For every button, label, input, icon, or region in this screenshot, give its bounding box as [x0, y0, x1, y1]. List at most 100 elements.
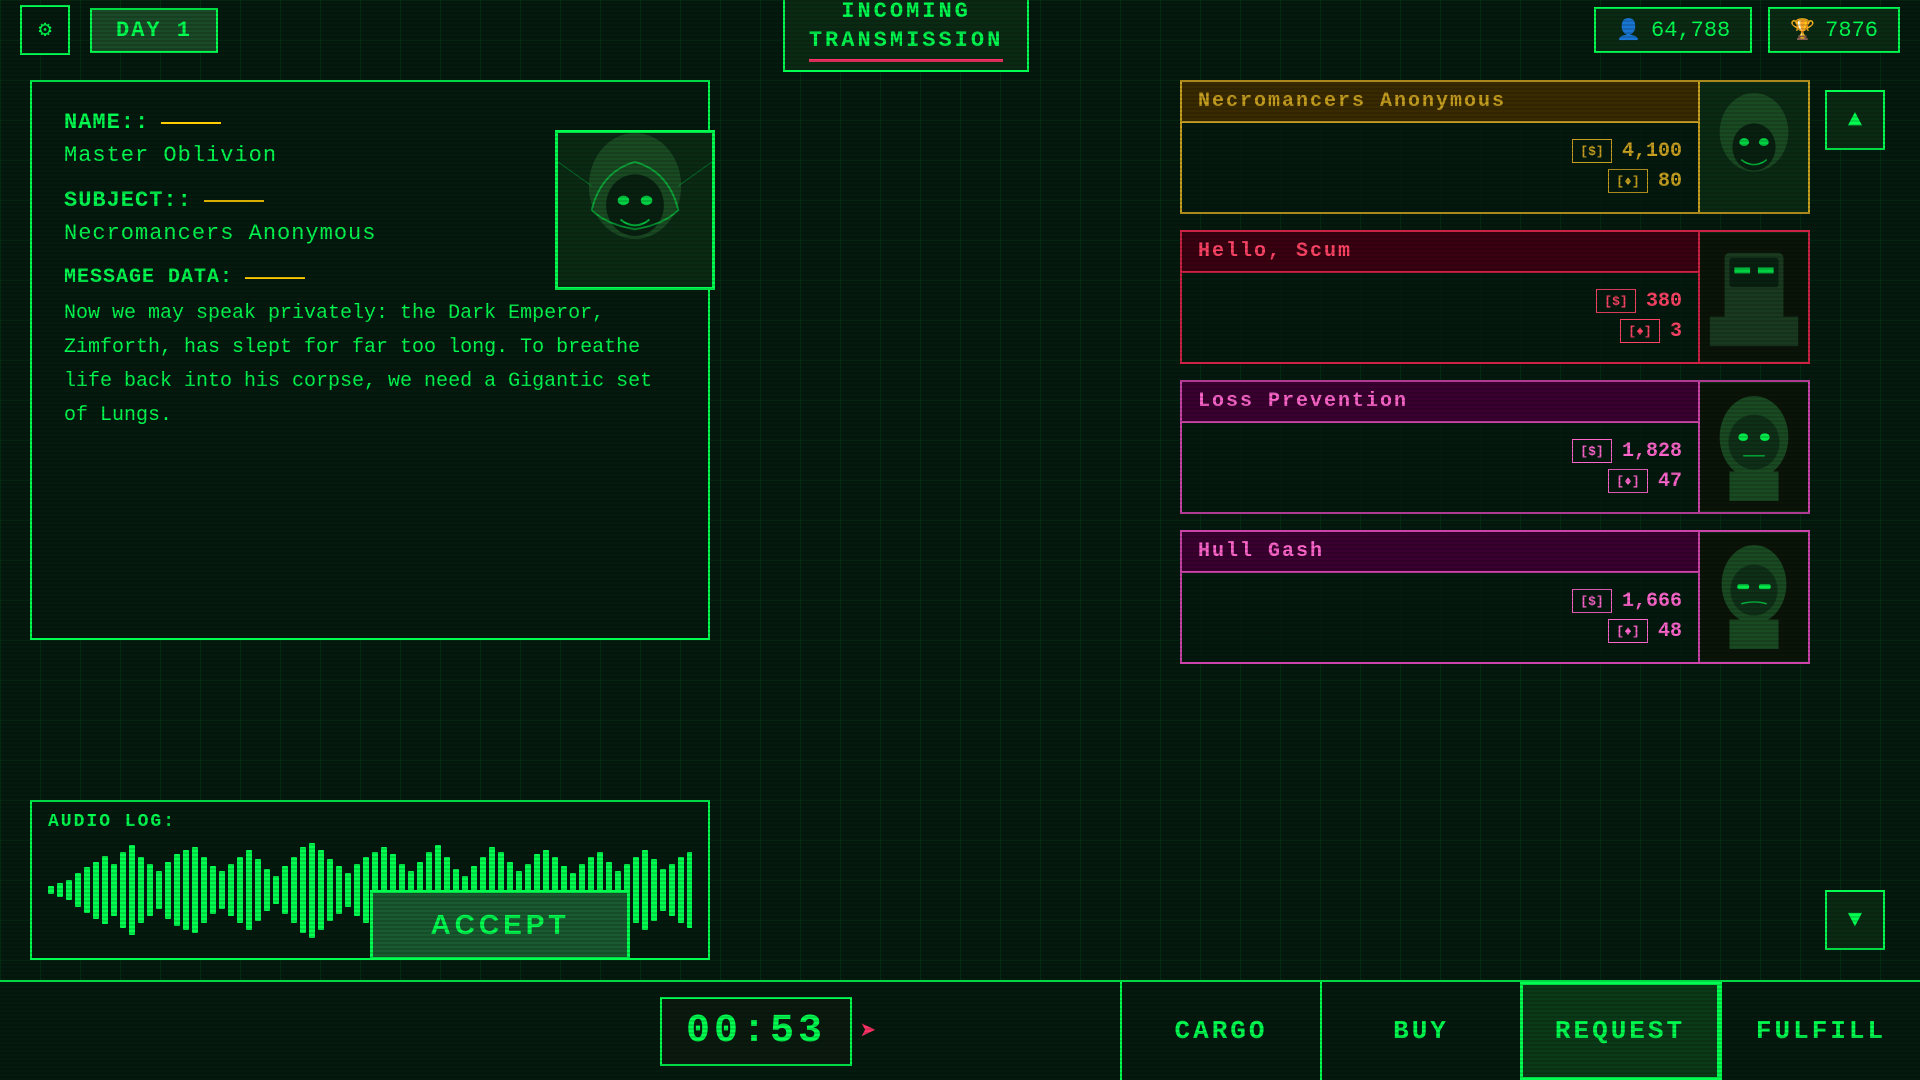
- transmission-title-line1: INCOMING: [809, 0, 1003, 27]
- wave-bar: [156, 871, 162, 909]
- avatar-svg-2: [1700, 232, 1808, 362]
- wave-bar: [354, 864, 360, 916]
- timer-arrow-icon: ➤: [860, 1014, 877, 1049]
- message-data-section: MESSAGE DATA Now we may speak privately:…: [64, 266, 676, 433]
- wave-bar: [219, 871, 225, 909]
- contracts-panel: Necromancers Anonymous [$] 4,100 [♦] 80: [1180, 80, 1810, 680]
- wave-bar: [48, 886, 54, 894]
- fulfill-button[interactable]: FULFILL: [1720, 982, 1920, 1080]
- wave-bar: [165, 862, 171, 919]
- stat-credits-row: [$] 1,828: [1198, 439, 1682, 463]
- wave-bar: [246, 850, 252, 931]
- wave-bar: [300, 847, 306, 933]
- scroll-up-button[interactable]: ▲: [1825, 90, 1885, 150]
- wave-bar: [183, 850, 189, 931]
- wave-bar: [255, 859, 261, 921]
- credits-value: 1,828: [1622, 440, 1682, 463]
- wave-bar: [147, 864, 153, 916]
- transmission-title-line2: TRANSMISSION: [809, 27, 1003, 56]
- credits-icon: [$]: [1572, 439, 1612, 463]
- wave-bar: [318, 850, 324, 931]
- contract-hello-scum[interactable]: Hello, Scum [$] 380 [♦] 3: [1180, 230, 1810, 364]
- settings-button[interactable]: ⚙: [20, 5, 70, 55]
- credits-value: 64,788: [1651, 18, 1730, 43]
- credits-icon: 👤: [1616, 17, 1641, 43]
- rep-icon: [♦]: [1620, 319, 1660, 343]
- wave-bar: [282, 866, 288, 914]
- stat-rep-row: [♦] 3: [1198, 319, 1682, 343]
- main-character-avatar: [555, 130, 715, 290]
- credits-icon: [$]: [1572, 139, 1612, 163]
- timer-display: 00:53: [660, 997, 852, 1066]
- scroll-down-button[interactable]: ▼: [1825, 890, 1885, 950]
- credits-value: 380: [1646, 290, 1682, 313]
- accept-button[interactable]: ACCEPT: [370, 890, 630, 960]
- wave-bar: [309, 843, 315, 938]
- wave-bar: [201, 857, 207, 924]
- stat-rep-row: [♦] 48: [1198, 619, 1682, 643]
- contract-hello-scum-avatar: [1698, 232, 1808, 362]
- contract-loss-prevention-stats: [$] 1,828 [♦] 47: [1182, 431, 1698, 501]
- wave-bar: [363, 857, 369, 924]
- rep-value: 3: [1670, 320, 1682, 343]
- bottom-bar: 00:53 ➤ CARGO BUY REQUEST FULFILL: [0, 980, 1920, 1080]
- wave-bar: [93, 862, 99, 919]
- rep-icon: [♦]: [1608, 469, 1648, 493]
- wave-bar: [651, 859, 657, 921]
- scroll-controls: ▲ ▼: [1820, 80, 1890, 960]
- contract-hull-gash[interactable]: Hull Gash [$] 1,666 [♦] 48: [1180, 530, 1810, 664]
- message-data-underline: [245, 277, 305, 279]
- wave-bar: [633, 857, 639, 924]
- wave-bar: [237, 857, 243, 924]
- wave-bar: [102, 856, 108, 924]
- wave-bar: [120, 852, 126, 928]
- wave-bar: [57, 883, 63, 897]
- buy-button[interactable]: BUY: [1320, 982, 1520, 1080]
- name-underline: [161, 122, 221, 124]
- wave-bar: [660, 869, 666, 912]
- credits-icon: [$]: [1572, 589, 1612, 613]
- stat-credits-row: [$] 1,666: [1198, 589, 1682, 613]
- credits-icon: [$]: [1596, 289, 1636, 313]
- contract-necromancers[interactable]: Necromancers Anonymous [$] 4,100 [♦] 80: [1180, 80, 1810, 214]
- contract-necromancers-stats: [$] 4,100 [♦] 80: [1182, 131, 1698, 201]
- rep-value: 48: [1658, 620, 1682, 643]
- subject-label: SUBJECT:: [64, 188, 192, 213]
- wave-bar: [327, 859, 333, 921]
- stat-credits-row: [$] 4,100: [1198, 139, 1682, 163]
- rep-icon: [♦]: [1608, 619, 1648, 643]
- rep-value: 47: [1658, 470, 1682, 493]
- wave-bar: [84, 867, 90, 913]
- credits-value: 1,666: [1622, 590, 1682, 613]
- bottom-navigation: CARGO BUY REQUEST FULFILL: [1120, 982, 1920, 1080]
- avatar-svg-3: [1700, 382, 1808, 512]
- avatar-svg: [1700, 82, 1808, 212]
- wave-bar: [264, 869, 270, 912]
- wave-bar: [66, 880, 72, 901]
- rep-icon: 🏆: [1790, 17, 1815, 43]
- message-body: Now we may speak privately: the Dark Emp…: [64, 297, 676, 433]
- wave-bar: [228, 864, 234, 916]
- contract-necromancers-avatar: [1698, 82, 1808, 212]
- contract-loss-prevention-avatar: [1698, 382, 1808, 512]
- stat-rep-row: [♦] 80: [1198, 169, 1682, 193]
- contract-hull-gash-title: Hull Gash: [1182, 532, 1698, 573]
- wave-bar: [111, 864, 117, 916]
- wave-bar: [336, 866, 342, 914]
- wave-bar: [687, 852, 692, 928]
- rep-icon: [♦]: [1608, 169, 1648, 193]
- credits-stat: 👤 64,788: [1594, 7, 1752, 53]
- request-button[interactable]: REQUEST: [1520, 982, 1720, 1080]
- transmission-header: INCOMING TRANSMISSION: [783, 0, 1029, 72]
- contract-loss-prevention[interactable]: Loss Prevention [$] 1,828 [♦] 47: [1180, 380, 1810, 514]
- top-right-stats: 👤 64,788 🏆 7876: [1594, 7, 1900, 53]
- top-bar: ⚙ DAY 1 INCOMING TRANSMISSION 👤 64,788 🏆…: [0, 0, 1920, 60]
- wave-bar: [678, 857, 684, 924]
- stat-rep-row: [♦] 47: [1198, 469, 1682, 493]
- cargo-button[interactable]: CARGO: [1120, 982, 1320, 1080]
- rep-value: 80: [1658, 170, 1682, 193]
- contract-hull-gash-stats: [$] 1,666 [♦] 48: [1182, 581, 1698, 651]
- wave-bar: [75, 873, 81, 906]
- contract-hull-gash-avatar: [1698, 532, 1808, 662]
- subject-underline: [204, 200, 264, 202]
